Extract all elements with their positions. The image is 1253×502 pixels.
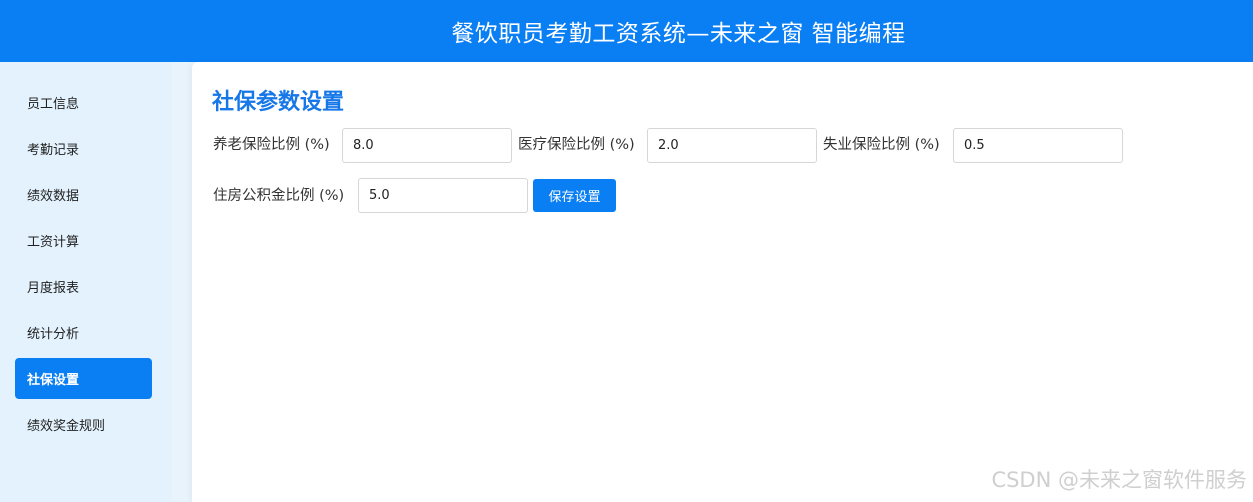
page-title: 社保参数设置 — [212, 90, 345, 115]
sidebar-item-label: 考勤记录 — [27, 143, 80, 158]
save-settings-button[interactable]: 保存设置 — [533, 179, 616, 212]
medical-rate-input[interactable] — [647, 128, 817, 163]
sidebar: 员工信息 考勤记录 绩效数据 工资计算 月度报表 统计分析 社保设置 绩效奖金规… — [0, 62, 172, 502]
sidebar-item-salary[interactable]: 工资计算 — [15, 220, 152, 261]
unemployment-rate-label: 失业保险比例 (%) — [823, 137, 940, 153]
sidebar-item-employee-info[interactable]: 员工信息 — [15, 82, 152, 123]
sidebar-item-label: 员工信息 — [27, 97, 80, 112]
sidebar-item-monthly-report[interactable]: 月度报表 — [15, 266, 152, 307]
sidebar-item-social-security[interactable]: 社保设置 — [15, 358, 152, 399]
sidebar-item-performance[interactable]: 绩效数据 — [15, 174, 152, 215]
app-header: 餐饮职员考勤工资系统—未来之窗 智能编程 — [0, 0, 1253, 62]
unemployment-rate-input[interactable] — [953, 128, 1123, 163]
sidebar-item-label: 绩效奖金规则 — [27, 419, 106, 434]
watermark: CSDN @未来之窗软件服务 — [991, 468, 1247, 492]
sidebar-item-label: 统计分析 — [27, 327, 80, 342]
sidebar-item-bonus-rules[interactable]: 绩效奖金规则 — [15, 404, 152, 445]
sidebar-item-label: 绩效数据 — [27, 189, 80, 204]
sidebar-item-attendance[interactable]: 考勤记录 — [15, 128, 152, 169]
app-title: 餐饮职员考勤工资系统—未来之窗 智能编程 — [451, 21, 906, 47]
pension-rate-input[interactable] — [342, 128, 512, 163]
main-panel: 社保参数设置 养老保险比例 (%) 医疗保险比例 (%) 失业保险比例 (%) … — [192, 62, 1253, 502]
medical-rate-label: 医疗保险比例 (%) — [518, 137, 635, 153]
sidebar-item-label: 月度报表 — [27, 281, 80, 296]
housing-fund-rate-input[interactable] — [358, 178, 528, 213]
sidebar-item-label: 社保设置 — [27, 373, 80, 388]
pension-rate-label: 养老保险比例 (%) — [213, 137, 330, 153]
housing-fund-rate-label: 住房公积金比例 (%) — [213, 188, 345, 204]
sidebar-item-statistics[interactable]: 统计分析 — [15, 312, 152, 353]
sidebar-item-label: 工资计算 — [27, 235, 80, 250]
